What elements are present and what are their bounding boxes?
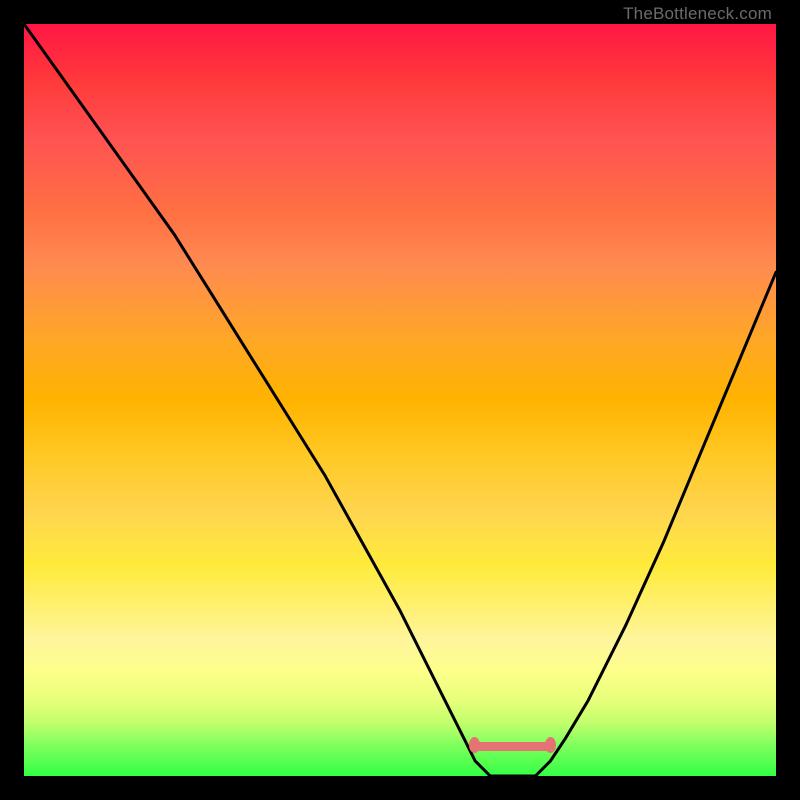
bottleneck-curve: [24, 24, 776, 776]
watermark-text: TheBottleneck.com: [623, 4, 772, 24]
optimal-zone-marker: [473, 742, 552, 751]
plot-area: [24, 24, 776, 776]
